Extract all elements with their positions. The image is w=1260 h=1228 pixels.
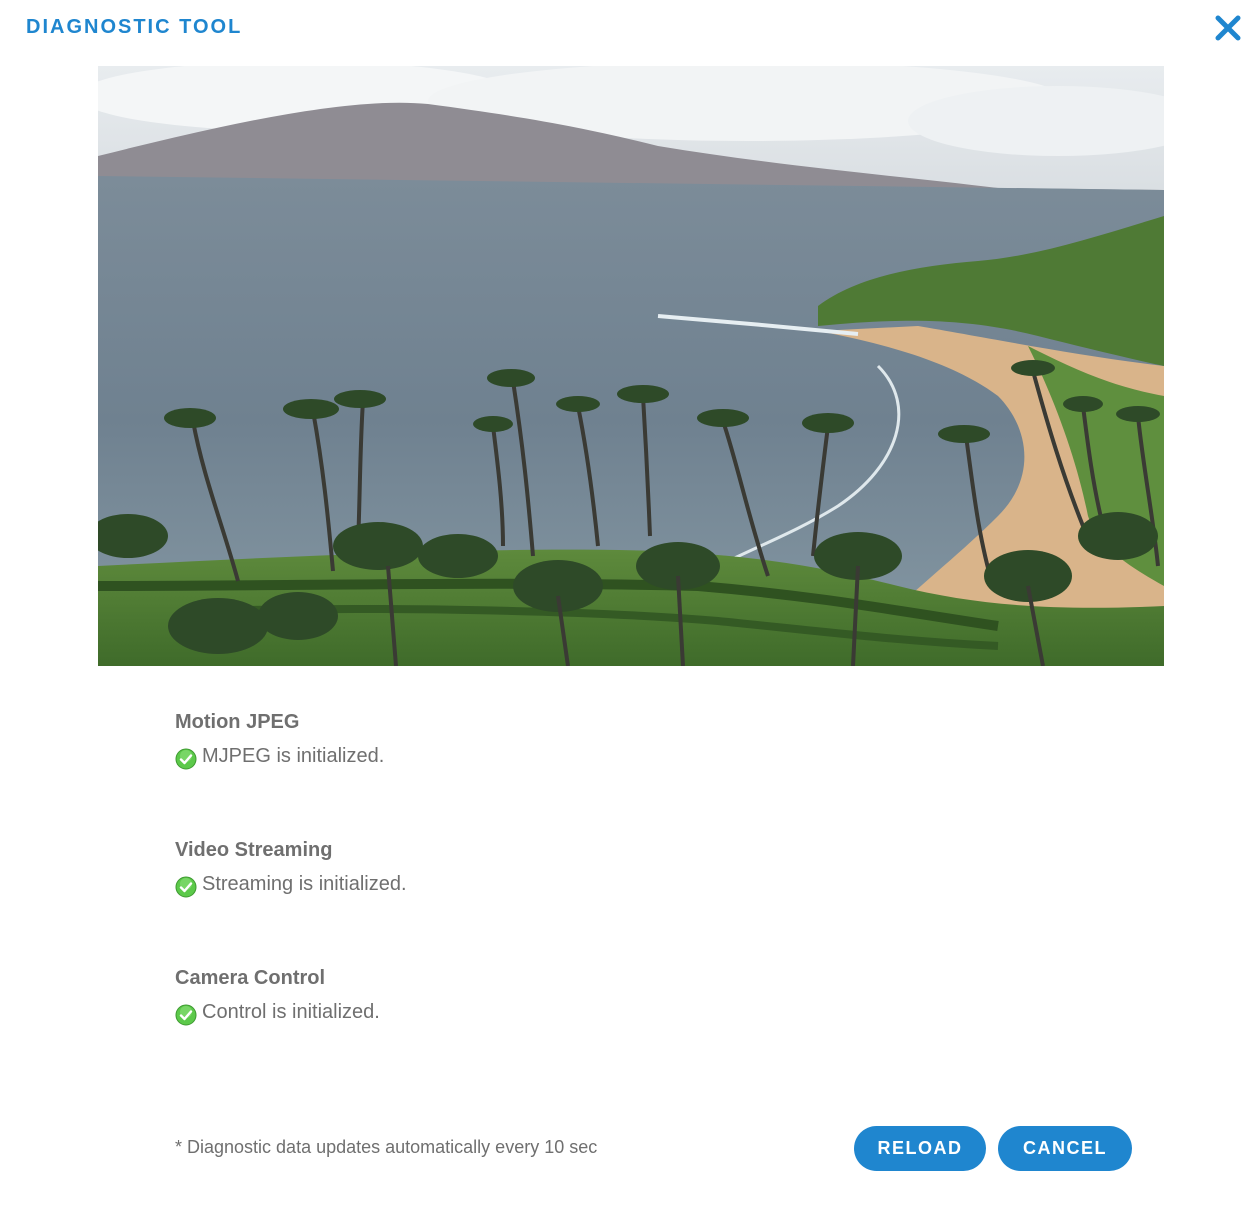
cancel-button[interactable]: CANCEL xyxy=(998,1126,1132,1171)
status-text: Streaming is initialized. xyxy=(202,872,407,895)
section-heading: Camera Control xyxy=(175,967,326,989)
check-circle-icon xyxy=(175,876,197,898)
check-circle-icon xyxy=(175,748,197,770)
status-text: MJPEG is initialized. xyxy=(202,744,385,767)
check-circle-icon xyxy=(175,1004,197,1026)
status-line: Streaming is initialized. xyxy=(175,870,407,898)
section-heading: Motion JPEG xyxy=(175,711,300,733)
camera-snapshot xyxy=(98,66,1164,666)
dialog-title: DIAGNOSTIC TOOL xyxy=(26,16,243,38)
section-heading: Video Streaming xyxy=(175,839,333,861)
reload-button[interactable]: RELOAD xyxy=(854,1126,986,1171)
status-text: Control is initialized. xyxy=(202,1000,380,1023)
close-button[interactable] xyxy=(1212,12,1244,44)
section-video-streaming: Video Streaming Streaming is initialized… xyxy=(175,839,407,898)
status-line: Control is initialized. xyxy=(175,998,380,1026)
status-line: MJPEG is initialized. xyxy=(175,742,384,770)
update-note: * Diagnostic data updates automatically … xyxy=(175,1137,598,1157)
close-icon xyxy=(1215,15,1241,41)
section-motion-jpeg: Motion JPEG MJPEG is initialized. xyxy=(175,711,384,770)
section-camera-control: Camera Control Control is initialized. xyxy=(175,967,380,1026)
